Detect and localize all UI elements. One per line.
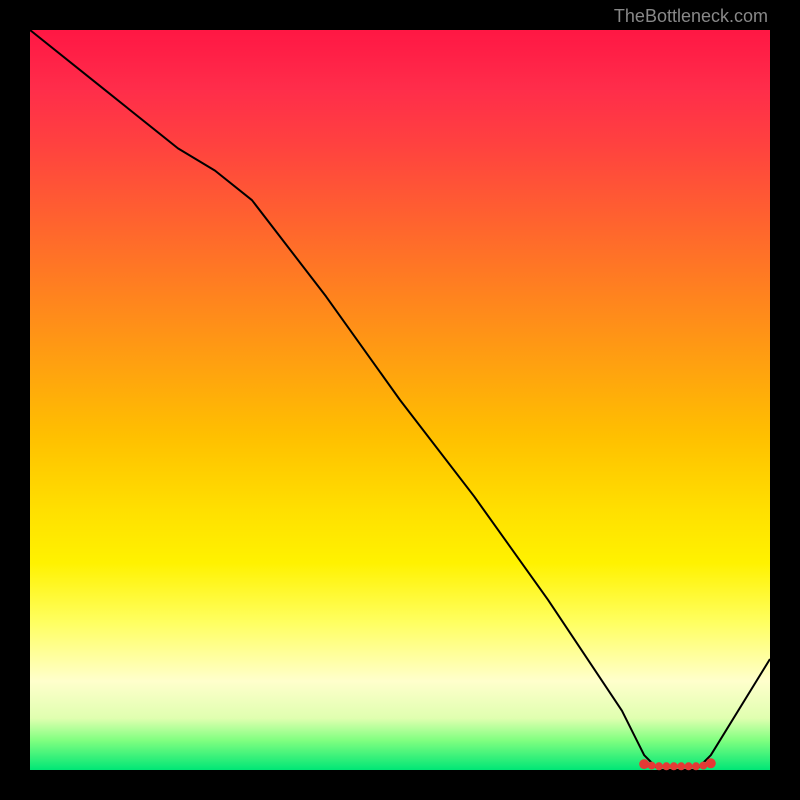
plot-area [30,30,770,770]
attribution-label: TheBottleneck.com [614,6,768,27]
